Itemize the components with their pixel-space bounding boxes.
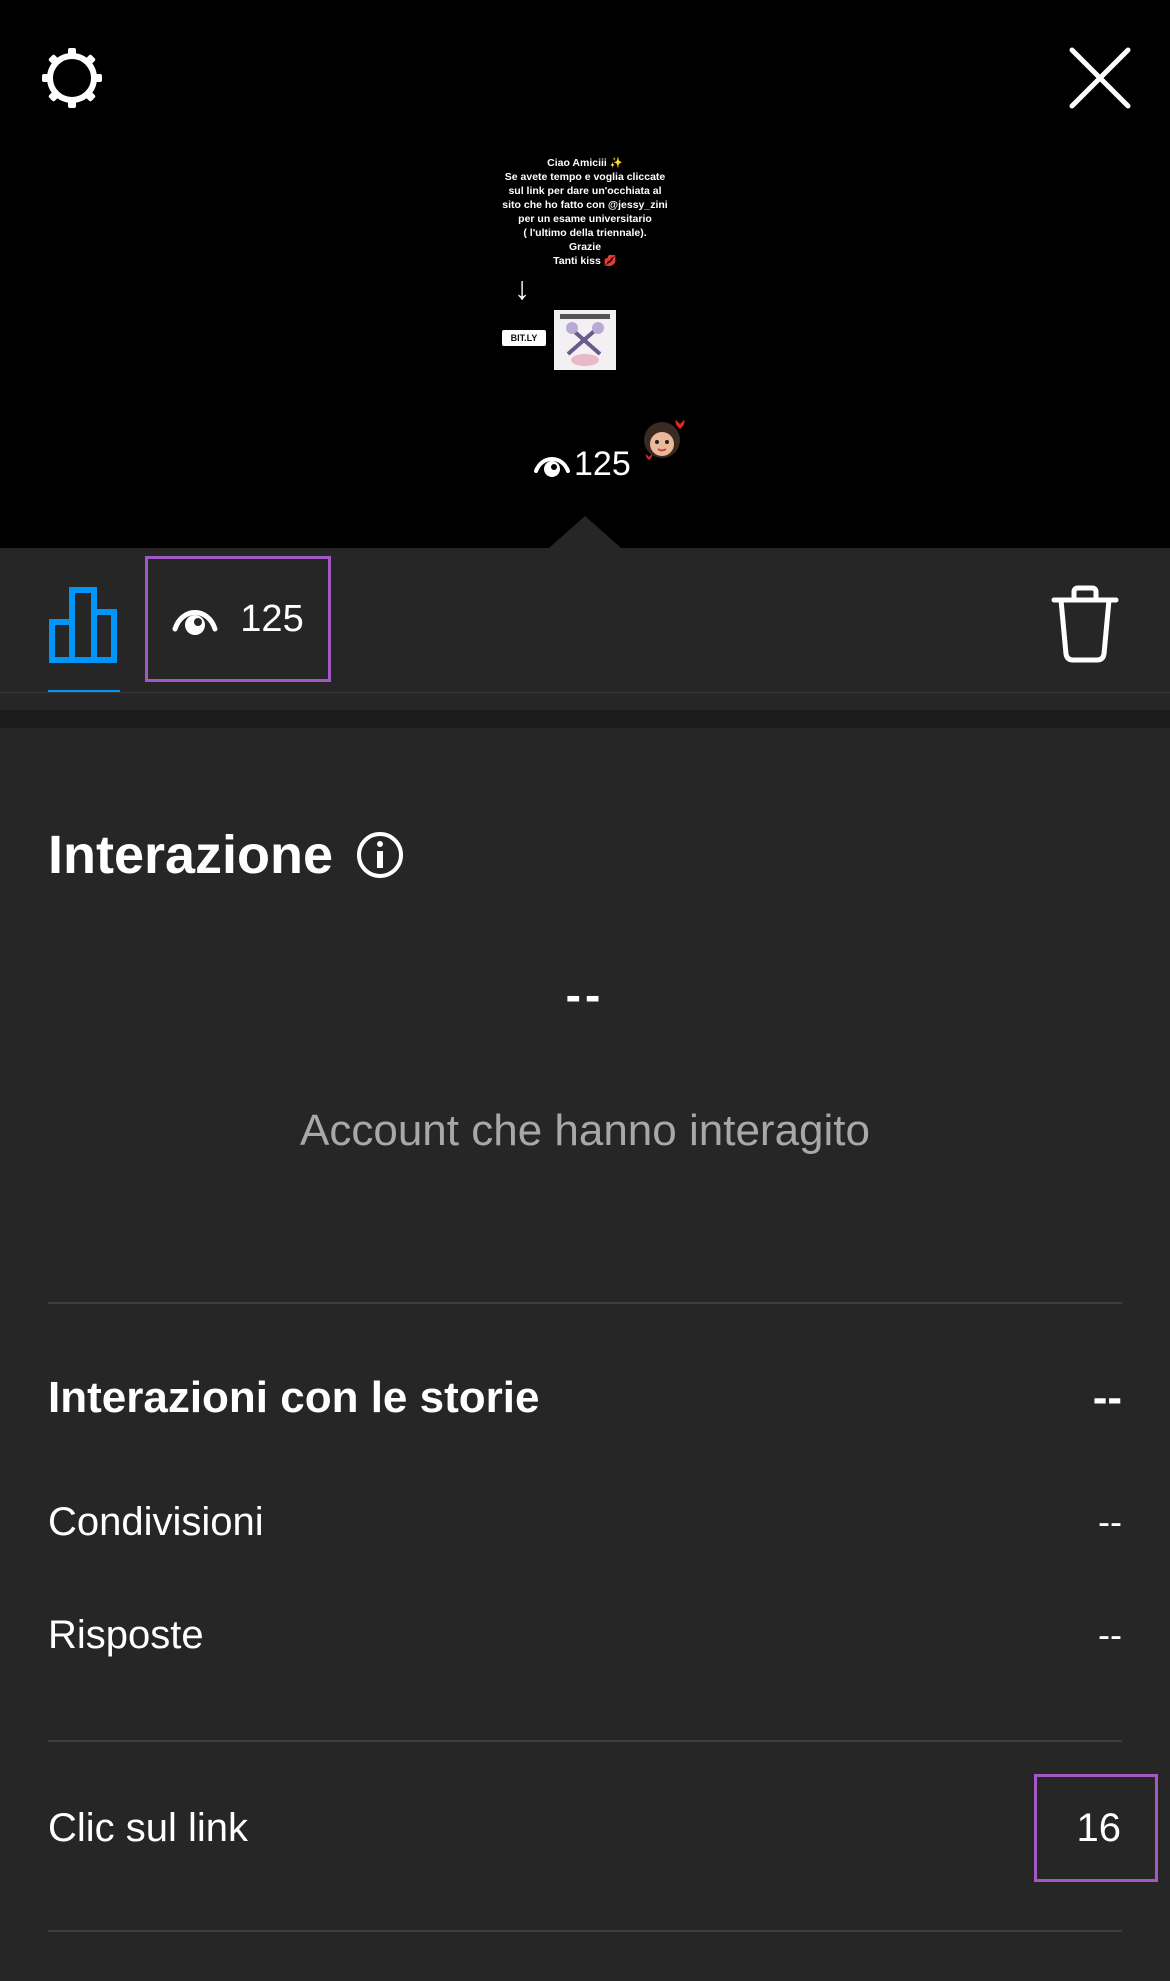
shares-row: Condivisioni -- [48,1482,1122,1562]
story-thumbnail[interactable]: Ciao Amiciii ✨ Se avete tempo e voglia c… [478,108,692,390]
shares-value: -- [1098,1501,1122,1542]
preview-views-count: 125 [534,444,631,484]
preview-views-label: 125 [574,444,631,483]
tab-pointer [549,516,621,548]
link-sticker: BIT.LY [502,330,546,346]
down-arrow-icon: ↓ [514,270,530,306]
eye-icon [172,610,218,635]
insights-chart-icon[interactable] [48,586,120,664]
interaction-section-title: Interazione [48,820,405,890]
link-clicks-label: Clic sul link [48,1805,249,1850]
divider [48,1302,1122,1304]
avatar [638,414,688,464]
accounts-interacted-value: -- [565,969,605,1021]
divider [48,1740,1122,1742]
link-clicks-value: 16 [1034,1774,1158,1882]
replies-value: -- [1098,1614,1122,1655]
divider [48,1930,1122,1932]
viewers-tab[interactable]: 125 [145,556,331,682]
settings-gear-icon[interactable] [36,42,108,114]
story-preview-area: Ciao Amiciii ✨ Se avete tempo e voglia c… [0,0,1170,548]
shares-label: Condivisioni [48,1499,264,1544]
story-image-sticker [554,310,616,370]
viewers-count: 125 [240,597,304,640]
insights-tabbar: 125 [0,548,1170,693]
accounts-interacted-caption: Account che hanno interagito [300,1106,870,1155]
close-icon[interactable] [1064,42,1136,114]
story-caption-text: Ciao Amiciii ✨ Se avete tempo e voglia c… [502,157,668,267]
replies-label: Risposte [48,1612,204,1657]
story-interactions-value: -- [1092,1373,1122,1422]
section-separator [0,710,1170,728]
link-clicks-row: Clic sul link [48,1788,1122,1868]
replies-row: Risposte -- [48,1595,1122,1675]
active-tab-indicator [48,690,120,692]
info-icon[interactable] [355,830,405,880]
story-interactions-label: Interazioni con le storie [48,1373,540,1422]
story-interactions-row: Interazioni con le storie -- [48,1358,1122,1438]
insights-panel: 125 Interazione -- Account che hanno int… [0,548,1170,1981]
section-title-label: Interazione [48,825,334,885]
eye-icon [534,457,570,477]
trash-icon[interactable] [1050,584,1120,664]
